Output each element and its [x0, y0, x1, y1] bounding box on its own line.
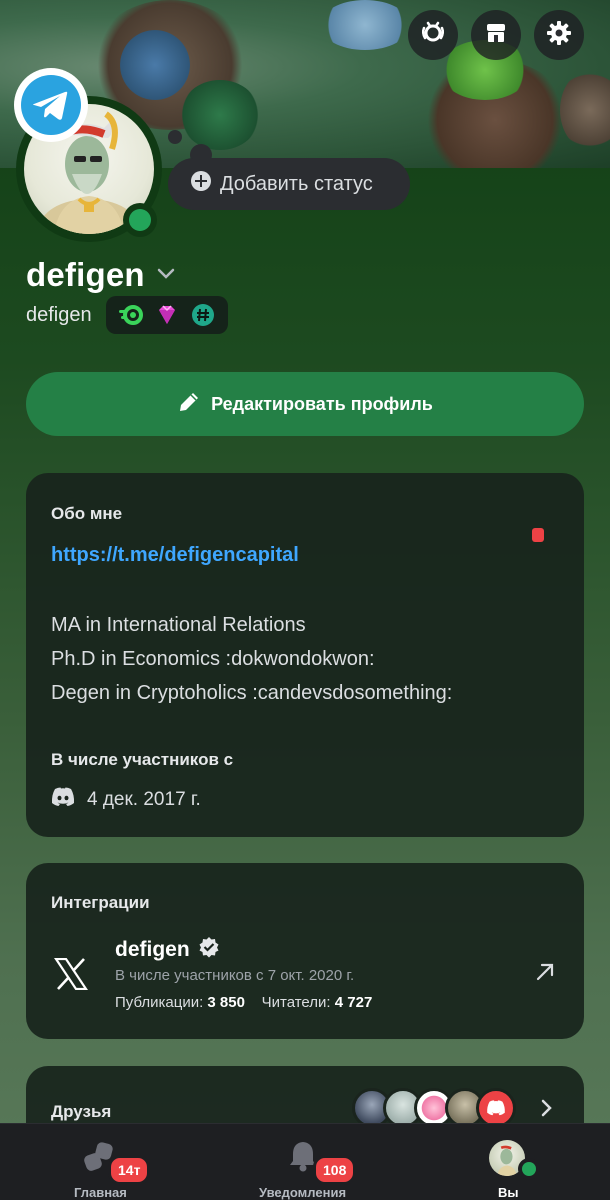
notifications-badge: 108: [313, 1155, 357, 1185]
member-since-title: В числе участников с: [51, 750, 234, 769]
telegram-logo: [14, 68, 88, 142]
nav-notifications-label: Уведомления: [259, 1185, 347, 1200]
username: defigen: [26, 303, 92, 326]
nav-notifications[interactable]: 108 Уведомления: [253, 1124, 363, 1200]
chevron-right-icon: [536, 1098, 556, 1123]
nav-you-label: Вы: [498, 1185, 519, 1200]
integration-account-name: defigen: [115, 938, 190, 961]
nav-home-label: Главная: [74, 1185, 127, 1200]
integrations-title: Интеграции: [51, 893, 150, 912]
nitro-badge-icon[interactable]: [118, 302, 144, 328]
shop-button[interactable]: [471, 10, 521, 60]
chevron-down-icon: [155, 262, 177, 289]
pencil-icon: [177, 390, 201, 419]
integrations-card: Интеграции defigen В числе участников с …: [26, 863, 584, 1039]
bottom-navigation: 14т Главная 108 Уведомления Вы: [0, 1123, 610, 1200]
gear-icon: [546, 20, 572, 51]
x-logo-icon: [48, 951, 94, 997]
settings-button[interactable]: [534, 10, 584, 60]
followers-label: Читатели:: [261, 994, 331, 1011]
display-name-row[interactable]: defigen: [26, 256, 177, 294]
edit-profile-button[interactable]: Редактировать профиль: [26, 372, 584, 436]
friend-avatar: [476, 1088, 516, 1128]
external-link-icon[interactable]: [534, 961, 556, 988]
integration-account-name-row[interactable]: defigen: [115, 936, 220, 964]
followers-value: 4 727: [334, 994, 373, 1011]
telegram-icon: [21, 75, 81, 135]
plus-circle-icon: [190, 170, 212, 198]
badge-list: [105, 296, 228, 334]
friends-avatar-stack: [352, 1088, 522, 1128]
discord-icon: [487, 1100, 505, 1116]
hashtag-badge-icon[interactable]: [190, 302, 216, 328]
shop-icon: [483, 20, 509, 51]
bio-line: Degen in Cryptoholics :candevsdosomethin…: [51, 682, 453, 704]
add-status-label: Добавить статус: [220, 172, 373, 195]
home-badge: 14т: [108, 1155, 151, 1185]
verified-icon: [198, 936, 220, 964]
integration-since: В числе участников с 7 окт. 2020 г.: [115, 967, 355, 984]
username-row: defigen: [26, 296, 228, 334]
member-since-date: 4 дек. 2017 г.: [87, 789, 201, 810]
bio-line: Ph.D in Economics :dokwondokwon:: [51, 648, 375, 670]
nav-online-indicator: [518, 1158, 540, 1180]
online-status-indicator: [123, 203, 157, 237]
posts-value: 3 850: [207, 994, 245, 1011]
nav-you[interactable]: Вы: [484, 1124, 540, 1200]
nitro-wreath-icon: [420, 20, 446, 51]
telegram-link[interactable]: https://t.me/defigencapital: [51, 544, 299, 567]
about-me-title: Обо мне: [51, 504, 123, 523]
notice-marker: [532, 528, 544, 542]
bio-text: MA in International Relations Ph.D in Ec…: [51, 608, 452, 710]
bio-line: MA in International Relations: [51, 614, 306, 636]
discord-icon: [51, 787, 75, 813]
edit-profile-label: Редактировать профиль: [211, 393, 433, 414]
friends-title: Друзья: [51, 1102, 112, 1121]
nitro-button[interactable]: [408, 10, 458, 60]
boost-gem-badge-icon[interactable]: [154, 302, 180, 328]
nav-home[interactable]: 14т Главная: [60, 1124, 151, 1200]
posts-label: Публикации:: [115, 994, 204, 1011]
about-me-card: Обо мне https://t.me/defigencapital MA i…: [26, 473, 584, 837]
integration-stats: Публикации: 3 850 Читатели: 4 727: [115, 994, 372, 1011]
display-name: defigen: [26, 256, 145, 293]
add-status-button[interactable]: Добавить статус: [168, 158, 410, 210]
member-since-row: 4 дек. 2017 г.: [51, 787, 201, 813]
